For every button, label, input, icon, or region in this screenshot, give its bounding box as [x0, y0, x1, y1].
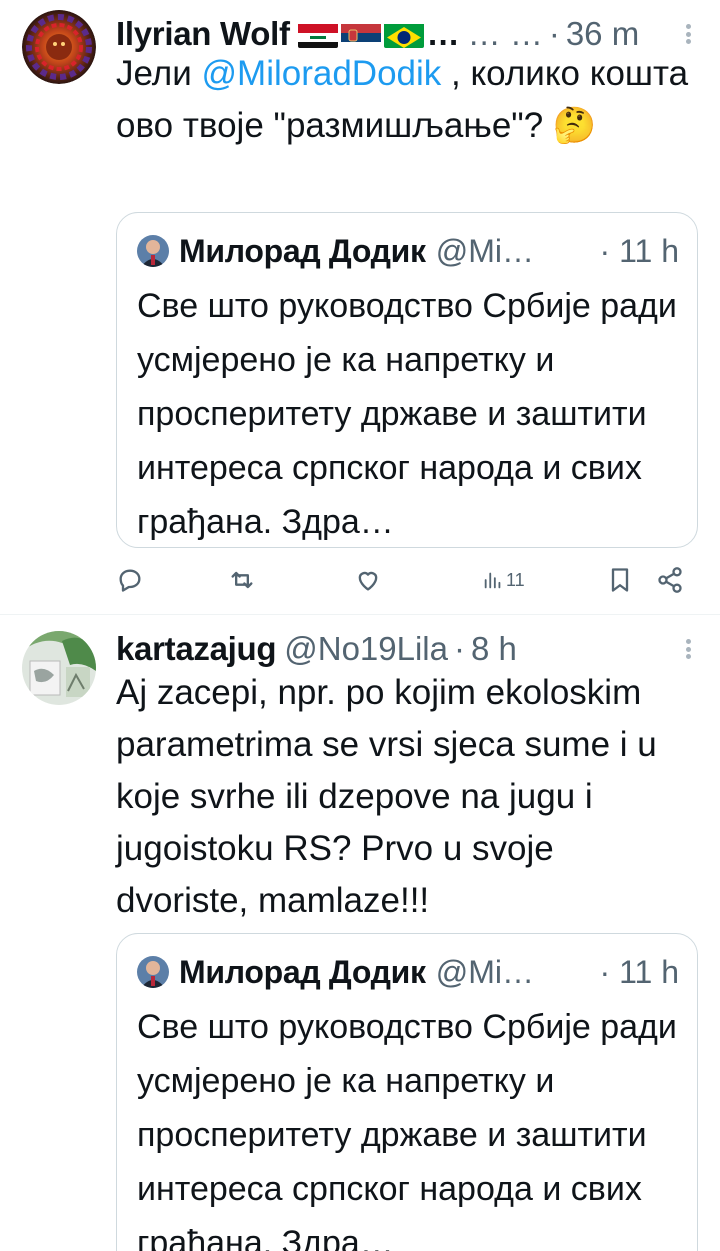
avatar[interactable]	[22, 631, 96, 705]
quote-time-value: 11 h	[619, 232, 679, 269]
quote-time: · 11 h	[600, 954, 679, 991]
tweet-text: Aj zacepi, npr. po kojim ekoloskim param…	[116, 673, 657, 920]
avatar-image	[22, 10, 96, 84]
quote-header: Милорад Додик @Mi… · 11 h	[137, 952, 679, 992]
repost-icon	[231, 571, 253, 589]
bookmark-icon	[611, 568, 629, 592]
tweet-ilyrian-wolf[interactable]: Ilyrian Wolf … … … · 36 m Јели @MiloradD…	[0, 0, 720, 612]
tweet-text-prefix: Јели	[116, 54, 202, 93]
quote-text: Све што руководство Србије ради усмјерен…	[137, 1008, 677, 1251]
views-button[interactable]: 11	[482, 560, 525, 600]
share-icon	[658, 567, 682, 593]
tweet-time[interactable]: 8 h	[471, 630, 517, 668]
more-options-icon[interactable]	[676, 22, 700, 46]
quote-author-name: Милорад Додик	[179, 953, 426, 990]
avatar[interactable]	[22, 10, 96, 84]
quote-author-handle: @Mi…	[435, 953, 534, 990]
separator-dot: ·	[599, 953, 611, 990]
quoted-tweet[interactable]: Милорад Додик @Mi… · 11 h Све што руково…	[116, 933, 698, 1251]
reply-button[interactable]	[116, 560, 144, 600]
brazil-flag-icon	[383, 21, 424, 48]
quote-avatar	[137, 956, 169, 988]
more-options-icon[interactable]	[676, 637, 700, 661]
mention-link[interactable]: @MiloradDodik	[202, 54, 442, 93]
separator-dot: ·	[454, 630, 465, 667]
author-handle[interactable]: @No19Lila	[284, 630, 448, 668]
heart-icon	[358, 571, 378, 591]
repost-button[interactable]	[228, 560, 256, 600]
quote-time: · 11 h	[600, 233, 679, 270]
quote-avatar	[137, 235, 169, 267]
views-count: 11	[506, 569, 525, 590]
quote-header: Милорад Додик @Mi… · 11 h	[137, 231, 679, 271]
serbia-flag-icon	[340, 21, 381, 48]
author-name[interactable]: kartazajug	[116, 630, 277, 668]
quote-author-name: Милорад Додик	[179, 232, 426, 269]
tweet-kartazajug[interactable]: kartazajug @No19Lila · 8 h Aj zacepi, np…	[0, 615, 720, 1251]
action-bar: 11	[116, 560, 698, 600]
share-button[interactable]	[656, 560, 684, 600]
bookmark-button[interactable]	[606, 560, 634, 600]
avatar-image	[22, 631, 96, 705]
tweet-text: Јели @MiloradDodik , колико кошта ово тв…	[116, 48, 694, 152]
quoted-tweet[interactable]: Милорад Додик @Mi… · 11 h Све што руково…	[116, 212, 698, 548]
quote-time-value: 11 h	[619, 953, 679, 990]
quote-author-handle: @Mi…	[435, 232, 534, 269]
tweet-header: kartazajug @No19Lila · 8 h	[116, 627, 700, 671]
reply-icon	[119, 569, 141, 592]
quote-text: Све што руководство Србије ради усмјерен…	[137, 287, 677, 541]
views-icon	[484, 572, 501, 589]
separator-dot: ·	[599, 232, 611, 269]
like-button[interactable]	[354, 560, 382, 600]
iraq-flag-icon	[297, 21, 338, 48]
